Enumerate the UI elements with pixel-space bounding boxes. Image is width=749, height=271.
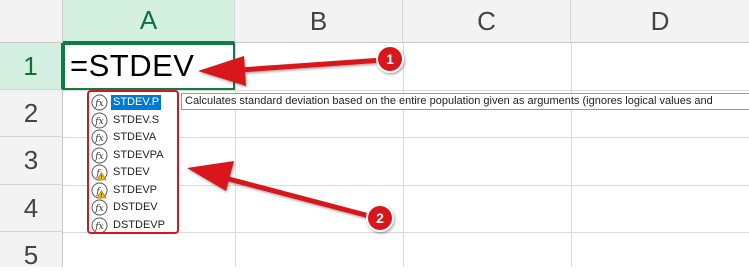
callout-number-1: 1 xyxy=(386,51,394,67)
annotation-callout-1: 1 xyxy=(376,45,404,73)
annotation-arrow-2 xyxy=(187,161,376,220)
annotation-overlay: 1 2 xyxy=(187,45,404,232)
callout-number-2: 2 xyxy=(376,210,384,226)
spreadsheet-grid: A B C D 1 2 3 4 5 =STDEV Calculates stan… xyxy=(0,0,749,270)
annotation-callout-2: 2 xyxy=(366,204,394,232)
annotation-arrow-1 xyxy=(198,56,386,86)
